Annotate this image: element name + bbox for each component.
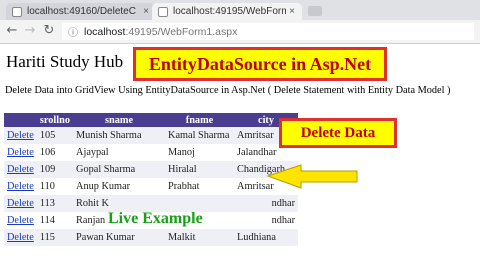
column-header-sname: sname <box>73 113 166 127</box>
page-icon <box>158 6 168 17</box>
delete-link[interactable]: Delete <box>7 164 34 175</box>
cell-sname: Anup Kumar <box>73 178 166 195</box>
cell-sname: Munish Sharma <box>73 127 166 144</box>
cell-city: Chandigarh <box>234 161 299 178</box>
site-title: Hariti Study Hub <box>6 52 124 71</box>
table-row: Delete 110 Anup Kumar Prabhat Amritsar <box>4 178 299 195</box>
cell-sname: Pawan Kumar <box>73 229 166 246</box>
forward-icon[interactable]: → <box>22 23 38 39</box>
close-icon[interactable]: × <box>286 6 298 17</box>
column-header-srollno: srollno <box>36 113 74 127</box>
browser-tab-1[interactable]: localhost:49160/DeleteC × <box>6 3 156 20</box>
cell-fname: Prabhat <box>165 178 235 195</box>
delete-link[interactable]: Delete <box>7 181 34 192</box>
table-row: Delete 115 Pawan Kumar Malkit Ludhiana <box>4 229 299 246</box>
browser-tab-2[interactable]: localhost:49195/WebForm × <box>152 3 302 20</box>
url-path: :49195/WebForm1.aspx <box>125 25 238 38</box>
cell-srollno: 109 <box>36 161 74 178</box>
page-icon <box>12 6 22 17</box>
tab-title: localhost:49195/WebForm <box>173 6 286 17</box>
browser-toolbar: ← → ↻ ⓘ localhost:49195/WebForm1.aspx <box>0 20 480 44</box>
delete-link[interactable]: Delete <box>7 215 34 226</box>
cell-fname: Kamal Sharma <box>165 127 235 144</box>
delete-link[interactable]: Delete <box>7 130 34 141</box>
column-header-action <box>4 113 37 127</box>
back-icon[interactable]: ← <box>4 23 20 39</box>
tab-bar: localhost:49160/DeleteC × localhost:4919… <box>0 0 480 20</box>
table-row: Delete 105 Munish Sharma Kamal Sharma Am… <box>4 127 299 144</box>
cell-fname: Malkit <box>165 229 235 246</box>
cell-srollno: 106 <box>36 144 74 161</box>
column-header-fname: fname <box>165 113 235 127</box>
live-example-label: Live Example <box>108 210 203 227</box>
delete-data-callout: Delete Data <box>279 118 397 148</box>
cell-city: ndhar <box>234 195 299 212</box>
url-host: localhost <box>84 25 126 38</box>
delete-link[interactable]: Delete <box>7 232 34 243</box>
cell-fname: Hiralal <box>165 161 235 178</box>
title-callout: EntityDataSource in Asp.Net <box>133 47 387 81</box>
cell-srollno: 113 <box>36 195 74 212</box>
tab-title: localhost:49160/DeleteC <box>27 6 136 17</box>
delete-link[interactable]: Delete <box>7 147 34 158</box>
close-icon[interactable]: × <box>140 6 152 17</box>
cell-city: Ludhiana <box>234 229 299 246</box>
cell-sname: Gopal Sharma <box>73 161 166 178</box>
cell-srollno: 114 <box>36 212 74 229</box>
cell-sname: Ajaypal <box>73 144 166 161</box>
new-tab-button[interactable] <box>308 6 322 16</box>
grid-header-row: srollno sname fname city <box>4 113 299 127</box>
cell-srollno: 105 <box>36 127 74 144</box>
cell-city: Amritsar <box>234 178 299 195</box>
table-row: Delete 106 Ajaypal Manoj Jalandhar <box>4 144 299 161</box>
page-description: Delete Data into GridView Using EntityDa… <box>5 85 451 96</box>
reload-icon[interactable]: ↻ <box>41 23 57 39</box>
cell-srollno: 110 <box>36 178 74 195</box>
table-row: Delete 109 Gopal Sharma Hiralal Chandiga… <box>4 161 299 178</box>
address-bar[interactable]: ⓘ localhost:49195/WebForm1.aspx <box>62 23 474 40</box>
cell-fname: Manoj <box>165 144 235 161</box>
cell-srollno: 115 <box>36 229 74 246</box>
delete-link[interactable]: Delete <box>7 198 34 209</box>
info-icon[interactable]: ⓘ <box>66 24 80 39</box>
cell-city: ndhar <box>234 212 299 229</box>
